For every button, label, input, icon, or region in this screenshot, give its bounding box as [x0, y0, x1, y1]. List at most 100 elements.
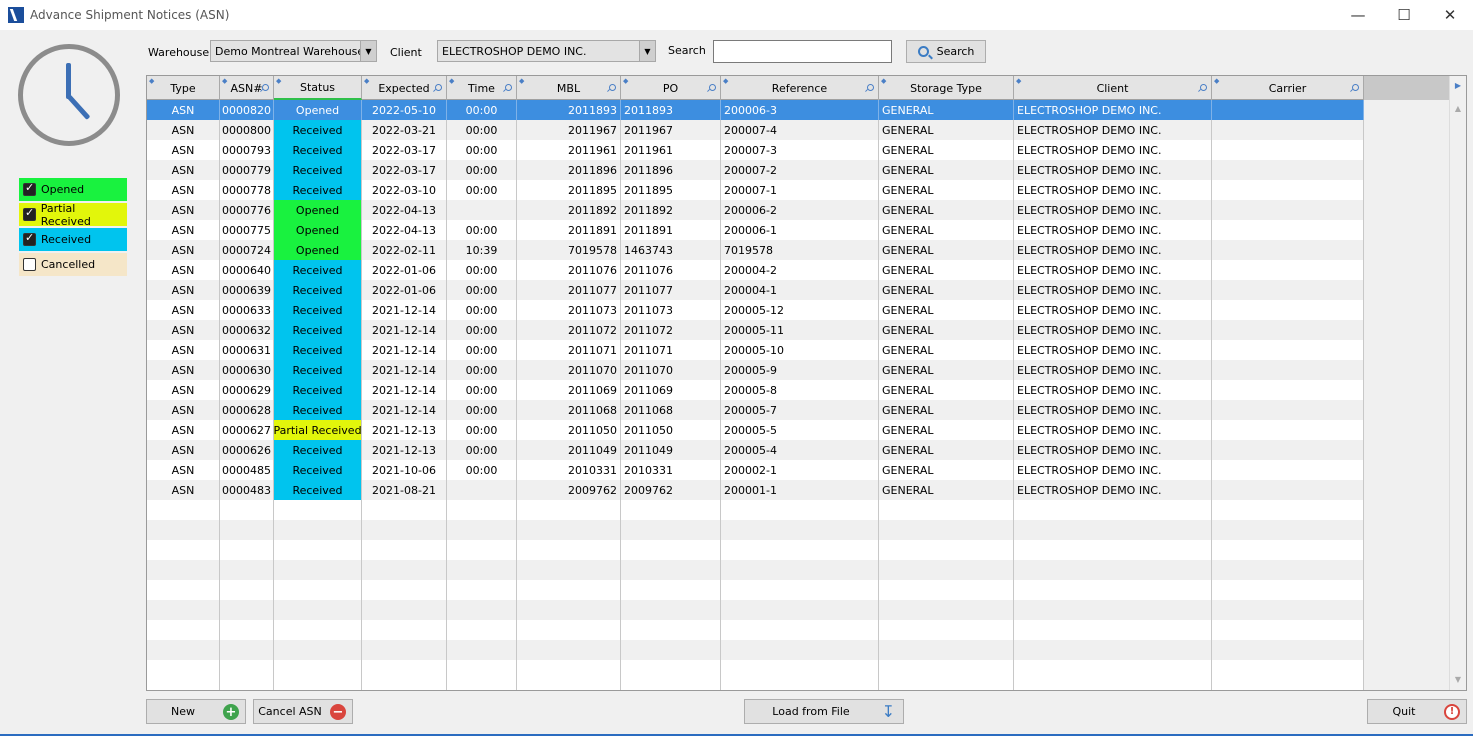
new-button[interactable]: New + [146, 699, 246, 724]
table-row[interactable]: ASN 0000820 Opened 2022-05-10 00:00 2011893 20… [147, 100, 1364, 120]
scroll-down-icon[interactable]: ▼ [1450, 671, 1466, 688]
filter-search-icon[interactable] [262, 84, 269, 91]
table-row[interactable]: ASN 0000793 Received 2022-03-17 00:00 2011961… [147, 140, 1364, 160]
column-header-type[interactable]: ◆ Type [147, 76, 220, 100]
sort-icon[interactable]: ◆ [149, 77, 154, 85]
sort-icon[interactable]: ◆ [1016, 77, 1021, 85]
vertical-scrollbar[interactable]: ▶ ▲ ▼ [1449, 76, 1466, 690]
column-header-expected[interactable]: ◆ Expected [362, 76, 447, 100]
cell-carrier [1212, 140, 1364, 160]
table-row[interactable]: ASN 0000633 Received 2021-12-14 00:00 2011073… [147, 300, 1364, 320]
legend-received[interactable]: Received [19, 228, 127, 251]
cell-storage-type: GENERAL [879, 220, 1014, 240]
search-input[interactable] [713, 40, 892, 63]
scroll-up-icon[interactable]: ▲ [1450, 100, 1466, 117]
sort-icon[interactable]: ◆ [276, 77, 281, 85]
power-icon: ! [1444, 704, 1460, 720]
minimize-icon[interactable]: — [1335, 0, 1381, 30]
column-header-storage-type[interactable]: ◆ Storage Type [879, 76, 1014, 100]
table-row[interactable]: ASN 0000640 Received 2022-01-06 00:00 2011076… [147, 260, 1364, 280]
chevron-down-icon[interactable]: ▼ [360, 41, 376, 61]
legend-cancelled[interactable]: Cancelled [19, 253, 127, 276]
cell-expected: 2022-03-10 [362, 180, 447, 200]
cell-time: 00:00 [447, 420, 517, 440]
sort-icon[interactable]: ◆ [519, 77, 524, 85]
checkbox-icon[interactable] [23, 258, 36, 271]
checkbox-icon[interactable] [23, 231, 36, 246]
asn-table[interactable]: ◆ Type ◆ ASN# ◆ Status ◆ Expected ◆ Time ◆ MBL ◆ PO ◆ R… [146, 75, 1467, 691]
cell-reference: 200002-1 [721, 460, 879, 480]
table-row[interactable]: ASN 0000632 Received 2021-12-14 00:00 2011072… [147, 320, 1364, 340]
cell-type: ASN [147, 280, 220, 300]
sort-icon[interactable]: ◆ [222, 77, 227, 85]
sort-icon[interactable]: ◆ [449, 77, 454, 85]
filter-search-icon[interactable] [867, 84, 874, 91]
column-header-mbl[interactable]: ◆ MBL [517, 76, 621, 100]
cell-client: ELECTROSHOP DEMO INC. [1014, 100, 1212, 120]
cell-status: Received [274, 480, 362, 500]
cell-reference: 200007-3 [721, 140, 879, 160]
filter-search-icon[interactable] [1352, 84, 1359, 91]
checkbox-icon[interactable] [23, 206, 36, 221]
cell-po: 2011077 [621, 280, 721, 300]
table-row[interactable]: ASN 0000800 Received 2022-03-21 00:00 2011967… [147, 120, 1364, 140]
filter-search-icon[interactable] [505, 84, 512, 91]
chevron-right-icon[interactable]: ▶ [1450, 81, 1466, 90]
table-row[interactable]: ASN 0000483 Received 2021-08-21 2009762 20097… [147, 480, 1364, 500]
column-header-client[interactable]: ◆ Client [1014, 76, 1212, 100]
client-select[interactable]: ELECTROSHOP DEMO INC. ▼ [437, 40, 656, 62]
chevron-down-icon[interactable]: ▼ [639, 41, 655, 61]
warehouse-select[interactable]: Demo Montreal Warehouse ▼ [210, 40, 377, 62]
sort-icon[interactable]: ◆ [881, 77, 886, 85]
table-row[interactable]: ASN 0000724 Opened 2022-02-11 10:39 7019578 14… [147, 240, 1364, 260]
table-row[interactable]: ASN 0000775 Opened 2022-04-13 00:00 2011891 20… [147, 220, 1364, 240]
table-row[interactable]: ASN 0000776 Opened 2022-04-13 2011892 2011892… [147, 200, 1364, 220]
filter-search-icon[interactable] [1200, 84, 1207, 91]
sort-icon[interactable]: ◆ [364, 77, 369, 85]
table-row[interactable]: ASN 0000485 Received 2021-10-06 00:00 2010331… [147, 460, 1364, 480]
filter-search-icon[interactable] [609, 84, 616, 91]
table-row[interactable]: ASN 0000626 Received 2021-12-13 00:00 2011049… [147, 440, 1364, 460]
table-row[interactable]: ASN 0000630 Received 2021-12-14 00:00 2011070… [147, 360, 1364, 380]
close-icon[interactable]: ✕ [1427, 0, 1473, 30]
legend-partial-received[interactable]: Partial Received [19, 202, 127, 228]
checkbox-icon[interactable] [23, 181, 36, 196]
column-header-reference[interactable]: ◆ Reference [721, 76, 879, 100]
quit-button[interactable]: Quit ! [1367, 699, 1467, 724]
table-row[interactable]: ASN 0000631 Received 2021-12-14 00:00 2011071… [147, 340, 1364, 360]
cell-mbl: 2011073 [517, 300, 621, 320]
cancel-asn-button[interactable]: Cancel ASN − [253, 699, 353, 724]
cell-reference: 200004-1 [721, 280, 879, 300]
cell-reference: 200005-4 [721, 440, 879, 460]
sort-icon[interactable]: ◆ [1214, 77, 1219, 85]
cell-time [447, 480, 517, 500]
column-header-carrier[interactable]: ◆ Carrier [1212, 76, 1364, 100]
load-from-file-button[interactable]: Load from File ↧ [744, 699, 904, 724]
sort-icon[interactable]: ◆ [723, 77, 728, 85]
legend-opened[interactable]: Opened [19, 178, 127, 201]
cell-reference: 200005-7 [721, 400, 879, 420]
table-row[interactable]: ASN 0000639 Received 2022-01-06 00:00 2011077… [147, 280, 1364, 300]
column-header-po[interactable]: ◆ PO [621, 76, 721, 100]
table-row[interactable]: ASN 0000629 Received 2021-12-14 00:00 2011069… [147, 380, 1364, 400]
table-row[interactable]: ASN 0000628 Received 2021-12-14 00:00 2011068… [147, 400, 1364, 420]
table-row[interactable]: ASN 0000627 Partial Received 2021-12-13 00:0… [147, 420, 1364, 440]
cell-status: Partial Received [274, 420, 362, 440]
cell-storage-type: GENERAL [879, 100, 1014, 120]
table-row[interactable]: ASN 0000778 Received 2022-03-10 00:00 2011895… [147, 180, 1364, 200]
cell-status: Received [274, 400, 362, 420]
sort-icon[interactable]: ◆ [623, 77, 628, 85]
column-header-time[interactable]: ◆ Time [447, 76, 517, 100]
download-icon: ↧ [881, 702, 895, 721]
table-row[interactable]: ASN 0000779 Received 2022-03-17 00:00 2011896… [147, 160, 1364, 180]
search-button[interactable]: Search [906, 40, 986, 63]
filter-search-icon[interactable] [709, 84, 716, 91]
cell-reference: 200004-2 [721, 260, 879, 280]
cell-asn: 0000800 [220, 120, 274, 140]
cell-expected: 2022-03-17 [362, 160, 447, 180]
cell-status: Received [274, 440, 362, 460]
maximize-icon[interactable]: ☐ [1381, 0, 1427, 30]
column-header-status[interactable]: ◆ Status [274, 76, 362, 100]
filter-search-icon[interactable] [435, 84, 442, 91]
column-header-asn[interactable]: ◆ ASN# [220, 76, 274, 100]
